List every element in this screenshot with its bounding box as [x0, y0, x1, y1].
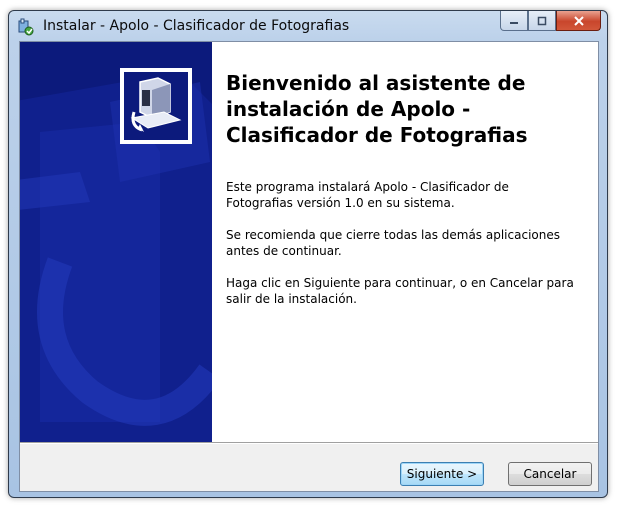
computer-setup-icon [120, 68, 192, 144]
installer-icon [17, 18, 35, 36]
minimize-icon [509, 11, 519, 30]
caption-buttons [500, 11, 601, 31]
minimize-button[interactable] [500, 11, 528, 31]
installer-window: Instalar - Apolo - Clasificador de Fotog… [8, 10, 608, 498]
close-apps-recommendation: Se recomienda que cierre todas las demás… [226, 228, 560, 258]
bottom-separator [20, 442, 598, 444]
title-bar[interactable]: Instalar - Apolo - Clasificador de Fotog… [9, 11, 607, 41]
maximize-icon [537, 11, 547, 30]
welcome-heading: Bienvenido al asistente de instalación d… [226, 71, 528, 147]
next-button[interactable]: Siguiente > [400, 462, 484, 486]
wizard-client-area: Bienvenido al asistente de instalación d… [19, 41, 599, 492]
close-button[interactable] [556, 11, 601, 31]
navigation-instructions: Haga clic en Siguiente para continuar, o… [226, 276, 574, 306]
install-description: Este programa instalará Apolo - Clasific… [226, 180, 509, 210]
cancel-button[interactable]: Cancelar [508, 462, 592, 486]
window-title: Instalar - Apolo - Clasificador de Fotog… [43, 18, 350, 34]
close-icon [573, 11, 585, 30]
welcome-page: Bienvenido al asistente de instalación d… [20, 42, 598, 442]
side-banner-image [20, 42, 212, 442]
maximize-button[interactable] [528, 11, 556, 31]
